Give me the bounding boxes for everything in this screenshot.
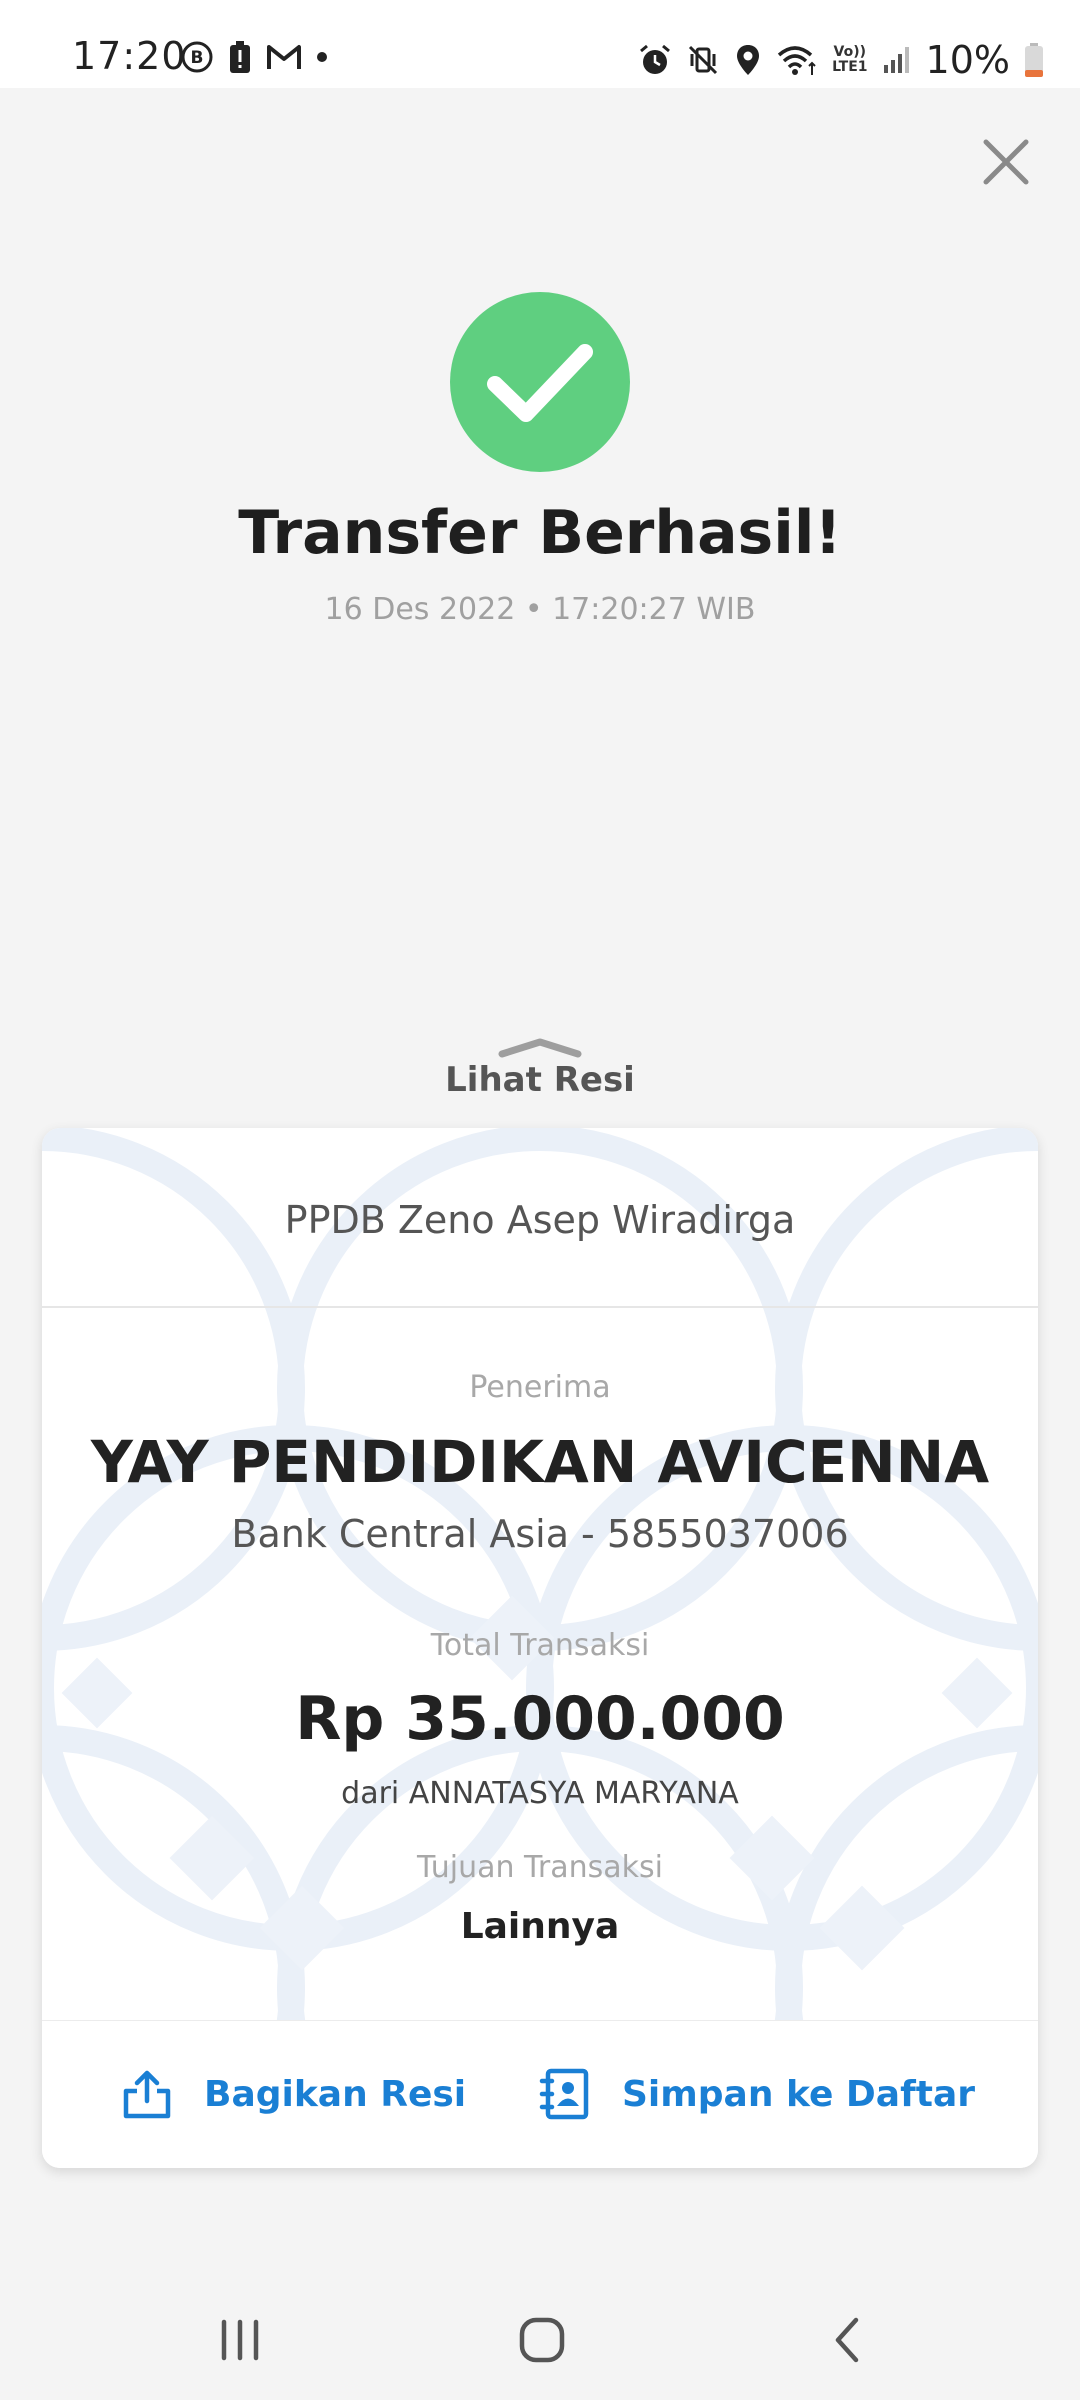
check-circle-icon [487,344,593,422]
vibrate-icon [689,45,718,75]
recent-apps-icon [221,2319,259,2361]
save-to-list-label: Simpan ke Daftar [622,2073,976,2115]
contact-book-icon [539,2068,589,2120]
svg-text:B: B [191,48,204,68]
close-button[interactable] [980,136,1032,188]
home-button[interactable] [512,2310,572,2370]
volte-top-label: Vo)) [833,44,867,60]
volte-icon: Vo)) LTE1 [832,45,867,75]
gmail-icon [267,45,301,69]
alarm-icon [640,44,671,74]
receipt-card: PPDB Zeno Asep Wiradirga Penerima YAY PE… [42,1128,1038,2168]
status-right-icons: Vo)) LTE1 10% [638,38,1044,82]
save-to-list-button[interactable]: Simpan ke Daftar [538,2067,975,2121]
battery-icon [1025,43,1043,77]
volte-bottom-label: LTE1 [832,59,868,75]
status-time: 17:20 [72,34,187,78]
receipt-actions: Bagikan Resi Simpan ke Daftar [42,2020,1038,2168]
recipient-bank-account: Bank Central Asia - 5855037006 [231,1512,849,1556]
recipient-name: YAY PENDIDIKAN AVICENNA [90,1428,990,1496]
dot-icon [317,52,327,62]
share-receipt-label: Bagikan Resi [204,2073,467,2115]
recipient-label: Penerima [469,1370,611,1405]
close-icon [983,139,1029,185]
battery-alert-icon [230,41,250,73]
location-icon [737,45,760,75]
receipt-header: PPDB Zeno Asep Wiradirga [42,1128,1038,1308]
battery-percent: 10% [925,38,1010,82]
navigation-bar [0,2280,1080,2400]
sender-name: dari ANNATASYA MARYANA [341,1776,739,1811]
total-amount: Rp 35.000.000 [295,1684,785,1754]
signal-icon [883,47,909,73]
share-receipt-button[interactable]: Bagikan Resi [120,2067,466,2121]
recent-apps-button[interactable] [210,2310,270,2370]
home-icon [519,2317,565,2363]
view-receipt-toggle[interactable]: Lihat Resi [420,1030,660,1100]
share-icon [123,2070,171,2119]
transaction-purpose: Lainnya [460,1906,620,1947]
page-title: Transfer Berhasil! [238,498,842,568]
transaction-datetime: 16 Des 2022 • 17:20:27 WIB [324,592,756,627]
back-icon [835,2317,859,2363]
view-receipt-label: Lihat Resi [445,1060,635,1100]
purpose-label: Tujuan Transaksi [416,1850,664,1885]
success-badge [450,292,630,472]
transfer-note: PPDB Zeno Asep Wiradirga [284,1198,796,1242]
chevron-up-icon [498,1038,582,1058]
wifi-icon [777,46,816,75]
status-left-icons: B [180,40,328,74]
total-label: Total Transaksi [430,1628,650,1663]
b-circle-icon: B [181,41,213,73]
status-bar: 17:20 B Vo)) LTE1 10% [0,0,1080,88]
back-button[interactable] [818,2310,878,2370]
